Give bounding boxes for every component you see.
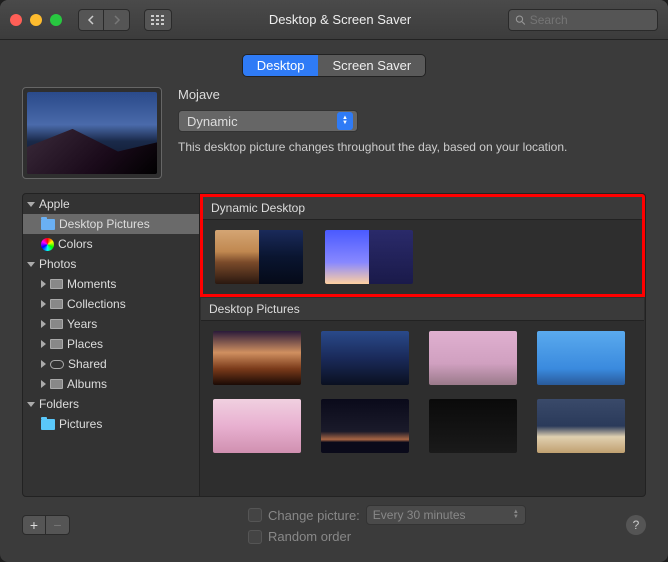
wallpaper-preview <box>22 87 162 179</box>
random-order-label: Random order <box>268 529 351 544</box>
window-controls <box>10 14 62 26</box>
sidebar-group-apple[interactable]: Apple <box>23 194 199 214</box>
cloud-icon <box>50 360 64 369</box>
section-header-pictures: Desktop Pictures <box>201 298 644 321</box>
sidebar-item-moments[interactable]: Moments <box>23 274 199 294</box>
photos-icon <box>50 339 63 349</box>
random-order-checkbox[interactable] <box>248 530 262 544</box>
photos-icon <box>50 299 63 309</box>
select-arrows-icon: ▲▼ <box>513 510 519 520</box>
change-picture-label: Change picture: <box>268 508 360 523</box>
picture-thumb[interactable] <box>321 331 409 385</box>
help-button[interactable]: ? <box>626 515 646 535</box>
section-header-dynamic: Dynamic Desktop <box>203 197 642 220</box>
picture-thumb[interactable] <box>213 331 301 385</box>
picture-thumb[interactable] <box>537 399 625 453</box>
section-desktop-pictures: Desktop Pictures <box>200 297 645 464</box>
sidebar-item-desktop-pictures[interactable]: Desktop Pictures <box>23 214 199 234</box>
search-input[interactable] <box>530 13 651 27</box>
dynamic-thumb-gradient[interactable] <box>325 230 413 284</box>
close-icon[interactable] <box>10 14 22 26</box>
wallpaper-content: Dynamic Desktop Desktop Pictures <box>200 193 646 497</box>
preferences-window: Desktop & Screen Saver Desktop Screen Sa… <box>0 0 668 562</box>
sidebar-group-photos[interactable]: Photos <box>23 254 199 274</box>
tab-desktop[interactable]: Desktop <box>243 55 319 76</box>
sidebar-item-shared[interactable]: Shared <box>23 354 199 374</box>
tab-bar: Desktop Screen Saver <box>0 40 668 87</box>
picture-thumb[interactable] <box>429 399 517 453</box>
lower-pane: Apple Desktop Pictures Colors Photos Mom… <box>0 193 668 497</box>
dynamic-thumb-mojave[interactable] <box>215 230 303 284</box>
folder-icon <box>41 419 55 430</box>
change-interval-select[interactable]: Every 30 minutes ▲▼ <box>366 505 526 525</box>
change-picture-checkbox[interactable] <box>248 508 262 522</box>
wallpaper-mode-value: Dynamic <box>187 114 238 129</box>
picture-thumb[interactable] <box>429 331 517 385</box>
nav-buttons <box>78 9 130 31</box>
tab-screensaver[interactable]: Screen Saver <box>318 55 425 76</box>
show-all-button[interactable] <box>144 9 172 31</box>
color-wheel-icon <box>41 238 54 251</box>
select-arrows-icon: ▲▼ <box>337 112 353 130</box>
photos-icon <box>50 379 63 389</box>
search-field[interactable] <box>508 9 658 31</box>
sidebar-item-years[interactable]: Years <box>23 314 199 334</box>
wallpaper-preview-image <box>27 92 157 174</box>
source-sidebar[interactable]: Apple Desktop Pictures Colors Photos Mom… <box>22 193 200 497</box>
sidebar-group-folders[interactable]: Folders <box>23 394 199 414</box>
picture-thumb[interactable] <box>321 399 409 453</box>
bottom-bar: + − Change picture: Every 30 minutes ▲▼ … <box>0 497 668 562</box>
folder-icon <box>41 219 55 230</box>
forward-button[interactable] <box>104 9 130 31</box>
wallpaper-description: This desktop picture changes throughout … <box>178 140 646 154</box>
search-icon <box>515 14 526 26</box>
wallpaper-name: Mojave <box>178 87 646 102</box>
sidebar-item-places[interactable]: Places <box>23 334 199 354</box>
photos-icon <box>50 319 63 329</box>
wallpaper-overview: Mojave Dynamic ▲▼ This desktop picture c… <box>0 87 668 193</box>
change-interval-value: Every 30 minutes <box>373 508 466 522</box>
minimize-icon[interactable] <box>30 14 42 26</box>
back-button[interactable] <box>78 9 104 31</box>
titlebar: Desktop & Screen Saver <box>0 0 668 40</box>
zoom-icon[interactable] <box>50 14 62 26</box>
section-dynamic-desktop: Dynamic Desktop <box>200 194 645 297</box>
sidebar-item-albums[interactable]: Albums <box>23 374 199 394</box>
add-remove-group: + − <box>22 515 70 535</box>
sidebar-item-pictures[interactable]: Pictures <box>23 414 199 434</box>
wallpaper-mode-select[interactable]: Dynamic ▲▼ <box>178 110 358 132</box>
window-title: Desktop & Screen Saver <box>180 12 500 27</box>
sidebar-item-collections[interactable]: Collections <box>23 294 199 314</box>
add-button[interactable]: + <box>22 515 46 535</box>
sidebar-item-colors[interactable]: Colors <box>23 234 199 254</box>
picture-thumb[interactable] <box>213 399 301 453</box>
picture-thumb[interactable] <box>537 331 625 385</box>
remove-button[interactable]: − <box>46 515 70 535</box>
photos-icon <box>50 279 63 289</box>
